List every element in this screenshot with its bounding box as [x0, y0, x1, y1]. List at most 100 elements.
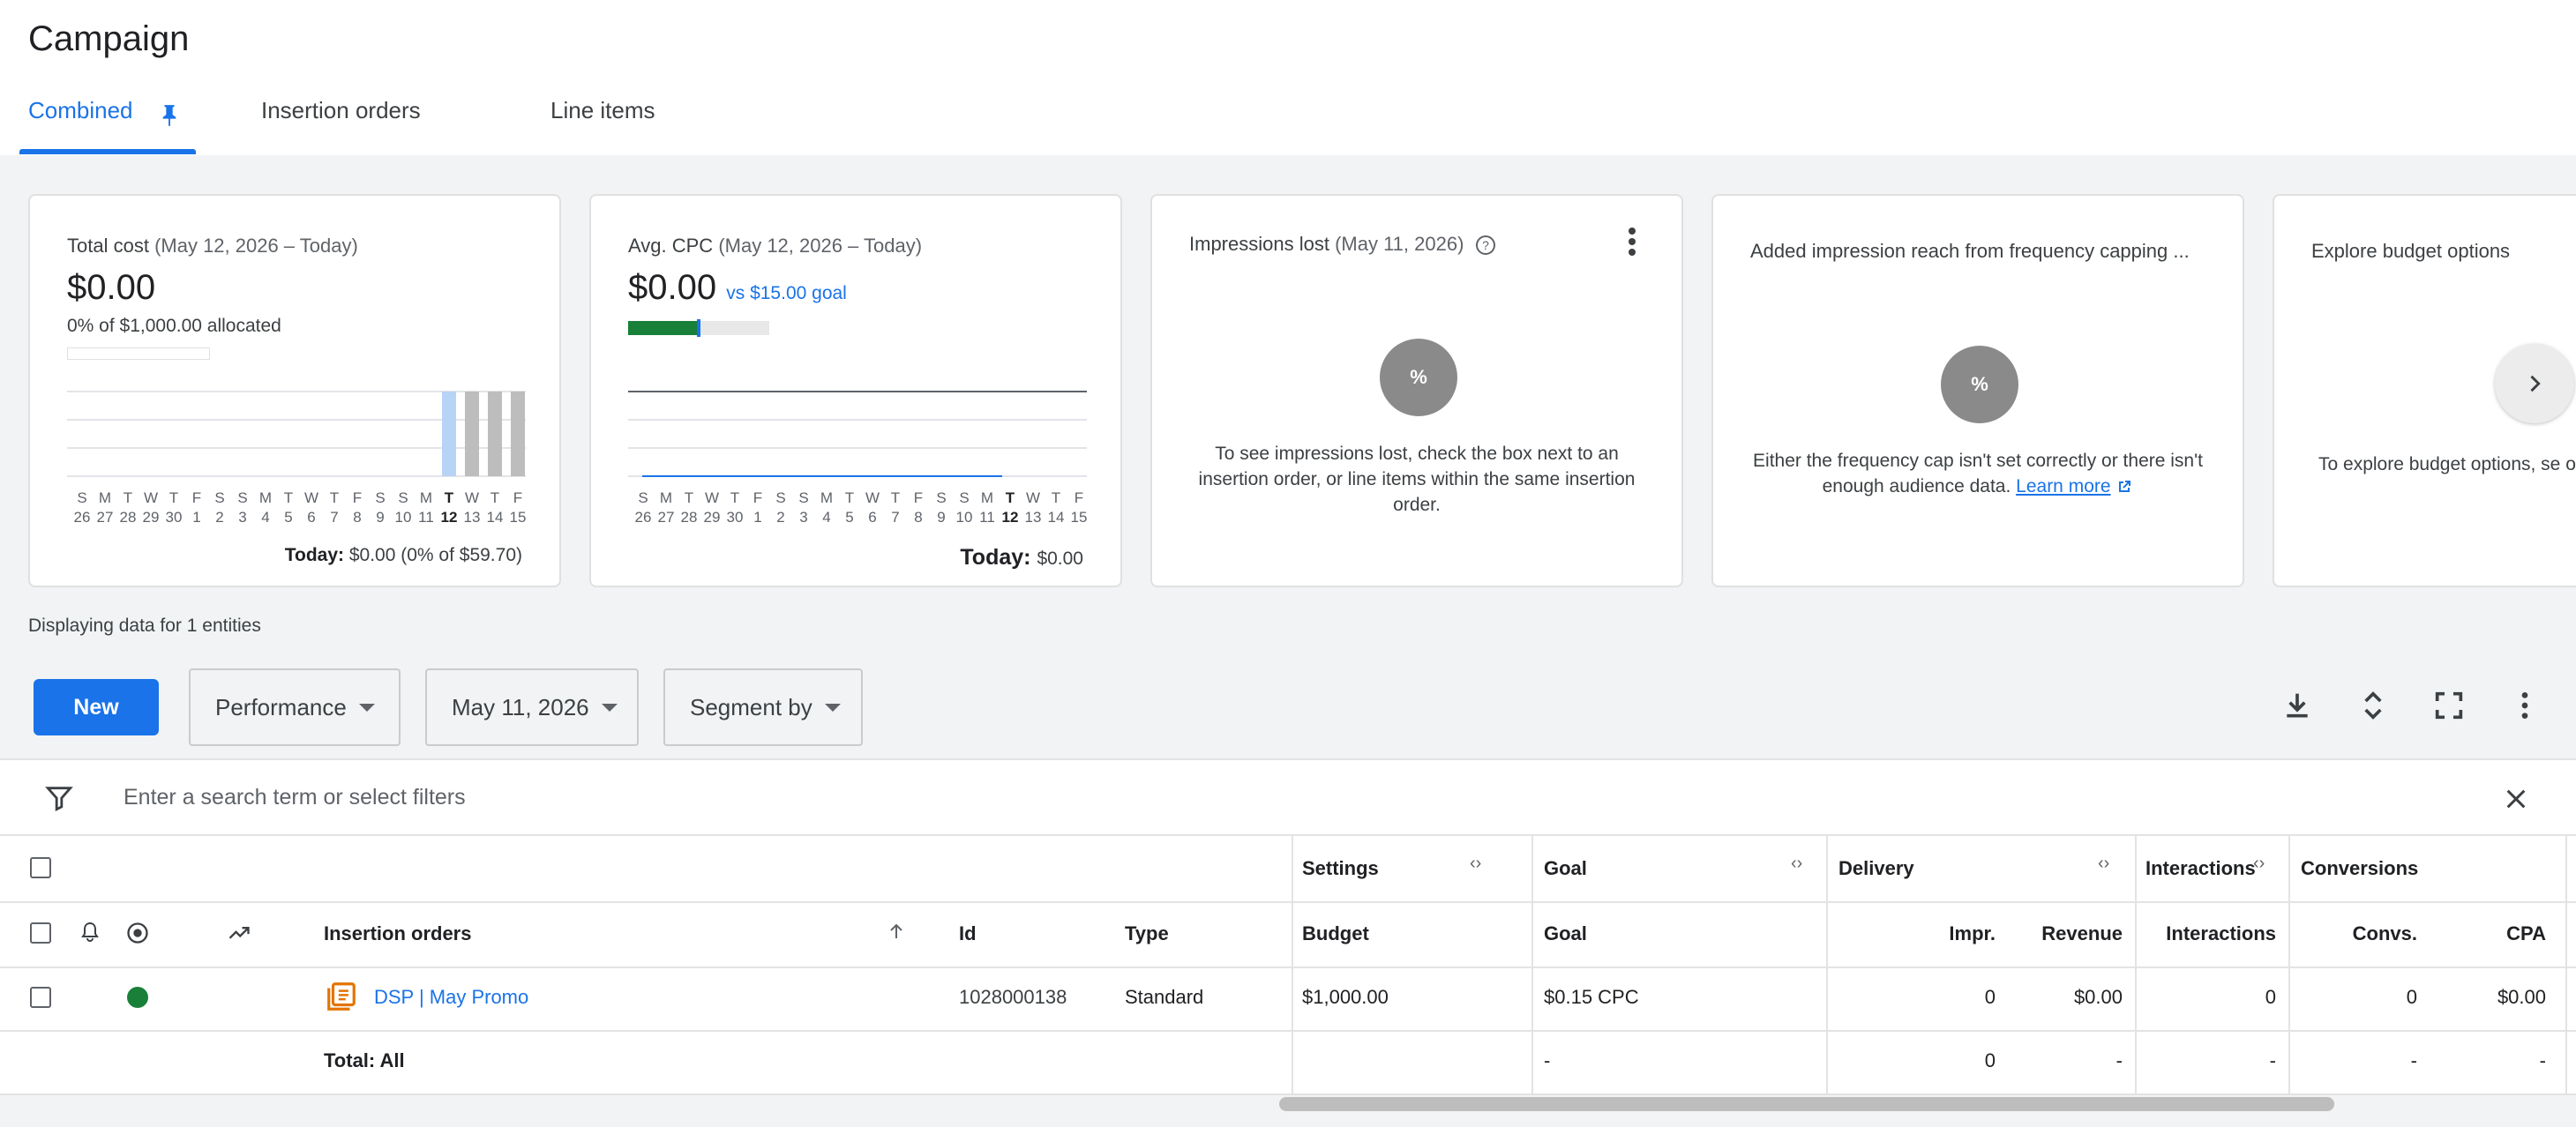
fullscreen-icon[interactable]	[2431, 688, 2467, 723]
horizontal-scrollbar-thumb[interactable]	[1279, 1097, 2334, 1111]
frequency-capping-description: Either the frequency cap isn't set corre…	[1753, 451, 2203, 496]
dropdown-caret-icon	[358, 703, 375, 712]
select-all-checkbox[interactable]	[30, 857, 51, 878]
status-icon[interactable]	[125, 921, 150, 945]
close-icon[interactable]	[2502, 785, 2530, 813]
goal-progress-track	[628, 319, 769, 337]
learn-more-link[interactable]: Learn more	[2016, 476, 2110, 496]
sort-ascending-icon[interactable]	[886, 919, 907, 944]
column-header-convs[interactable]: Convs.	[2353, 922, 2417, 945]
column-header-budget[interactable]: Budget	[1302, 922, 1369, 945]
chart-day-label: W	[465, 489, 479, 506]
help-icon[interactable]: ?	[1475, 235, 1496, 256]
segment-dropdown[interactable]: Segment by	[663, 668, 863, 746]
chart-date-label: 12	[441, 509, 458, 522]
chart-date-label: 13	[1025, 509, 1042, 522]
more-vert-icon[interactable]	[1627, 226, 1637, 257]
chart-day-label: S	[936, 489, 946, 506]
chart-day-label: F	[753, 489, 762, 506]
chart-date-label: 15	[1071, 509, 1087, 522]
chart-day-label: F	[513, 489, 522, 506]
filter-icon[interactable]	[44, 783, 74, 813]
expand-collapse-icon[interactable]	[2355, 688, 2391, 723]
pin-icon[interactable]	[160, 103, 179, 128]
chart-day-label: M	[99, 489, 111, 506]
chart-day-label: F	[353, 489, 362, 506]
column-header-interactions[interactable]: Interactions	[2166, 922, 2276, 945]
chart-day-label: M	[420, 489, 432, 506]
chart-date-label: 2	[776, 509, 784, 522]
dropdown-caret-icon	[824, 703, 841, 712]
chart-bar	[511, 392, 525, 476]
column-header-impr[interactable]: Impr.	[1949, 922, 1996, 945]
chart-date-label: 28	[120, 509, 137, 522]
goal-marker	[697, 319, 700, 337]
column-header-type[interactable]: Type	[1125, 922, 1169, 945]
total-revenue: -	[2115, 1049, 2123, 1071]
avg-cpc-today: Today: $0.00	[960, 545, 1083, 570]
performance-dropdown[interactable]: Performance	[189, 668, 401, 746]
status-dot	[127, 987, 148, 1008]
column-header-insertion-orders[interactable]: Insertion orders	[324, 922, 471, 945]
total-impr: 0	[1984, 1049, 1996, 1071]
chart-date-label: 14	[487, 509, 504, 522]
trend-icon[interactable]	[226, 921, 252, 945]
insertion-order-name-link[interactable]: DSP | May Promo	[374, 986, 528, 1009]
chart-date-label: 27	[658, 509, 675, 522]
frequency-capping-title: Added impression reach from frequency ca…	[1750, 240, 2190, 262]
chart-day-label: M	[259, 489, 272, 506]
search-input[interactable]: Enter a search term or select filters	[124, 785, 466, 810]
goal-link[interactable]: vs $15.00 goal	[726, 283, 847, 303]
carousel-next-button[interactable]	[2495, 344, 2574, 423]
total-cost-value: $0.00	[67, 268, 156, 307]
download-icon[interactable]	[2280, 688, 2315, 723]
expand-group-icon[interactable]: ‹›	[1791, 854, 1802, 874]
total-goal: -	[1544, 1049, 1551, 1071]
column-header-goal[interactable]: Goal	[1544, 922, 1587, 945]
insertion-orders-table: Settings ‹› Goal ‹› Delivery ‹› Interact…	[0, 836, 2576, 1101]
row-checkbox[interactable]	[30, 987, 51, 1008]
expand-group-icon[interactable]: ‹›	[2098, 854, 2109, 874]
chart-day-label: F	[1075, 489, 1083, 506]
bell-icon[interactable]	[79, 921, 101, 944]
total-cpa: -	[2539, 1049, 2546, 1071]
chart-day-label: T	[445, 489, 454, 506]
total-cost-today: Today: $0.00 (0% of $59.70)	[284, 545, 522, 565]
chart-date-label: 7	[891, 509, 899, 522]
budget-allocated-bar	[67, 347, 210, 360]
chart-date-label: 7	[330, 509, 338, 522]
select-all-rows-checkbox[interactable]	[30, 922, 51, 944]
chart-date-label: 4	[822, 509, 830, 522]
chart-date-label: 9	[376, 509, 384, 522]
chart-date-label: 11	[979, 509, 995, 522]
column-header-id[interactable]: Id	[959, 922, 977, 945]
chart-date-label: 8	[353, 509, 361, 522]
row-convs: 0	[2406, 986, 2417, 1008]
avg-cpc-chart: S26M27T28W29T30F1S2S3M4T5W6T7F8S9S10M11T…	[628, 391, 1087, 522]
date-dropdown[interactable]: May 11, 2026	[425, 668, 639, 746]
expand-group-icon[interactable]: ‹›	[1470, 854, 1481, 874]
impressions-lost-description: To see impressions lost, check the box n…	[1198, 444, 1636, 515]
more-vert-icon[interactable]	[2507, 688, 2542, 723]
column-header-cpa[interactable]: CPA	[2506, 922, 2546, 945]
chart-day-label: M	[660, 489, 672, 506]
expand-group-icon[interactable]: ‹›	[2253, 854, 2265, 874]
tab-combined[interactable]: Combined	[28, 97, 133, 124]
chart-date-label: 4	[261, 509, 269, 522]
chart-date-label: 8	[914, 509, 922, 522]
filter-bar: Enter a search term or select filters	[0, 758, 2576, 836]
tab-line-items[interactable]: Line items	[550, 97, 655, 124]
total-cost-card: Total cost (May 12, 2026 – Today) $0.00 …	[28, 194, 561, 587]
row-cpa: $0.00	[2497, 986, 2546, 1008]
new-button[interactable]: New	[34, 679, 159, 735]
avg-cpc-card: Avg. CPC (May 12, 2026 – Today) $0.00 vs…	[589, 194, 1122, 587]
chart-day-label: T	[845, 489, 854, 506]
open-in-new-icon[interactable]	[2115, 478, 2133, 496]
tab-insertion-orders[interactable]: Insertion orders	[261, 97, 421, 124]
chart-date-label: 30	[727, 509, 744, 522]
active-tab-indicator	[19, 149, 196, 154]
chart-date-label: 10	[956, 509, 973, 522]
chart-date-label: 27	[97, 509, 114, 522]
page-header: Campaign Combined Insertion orders Line …	[0, 0, 2576, 157]
column-header-revenue[interactable]: Revenue	[2041, 922, 2123, 945]
